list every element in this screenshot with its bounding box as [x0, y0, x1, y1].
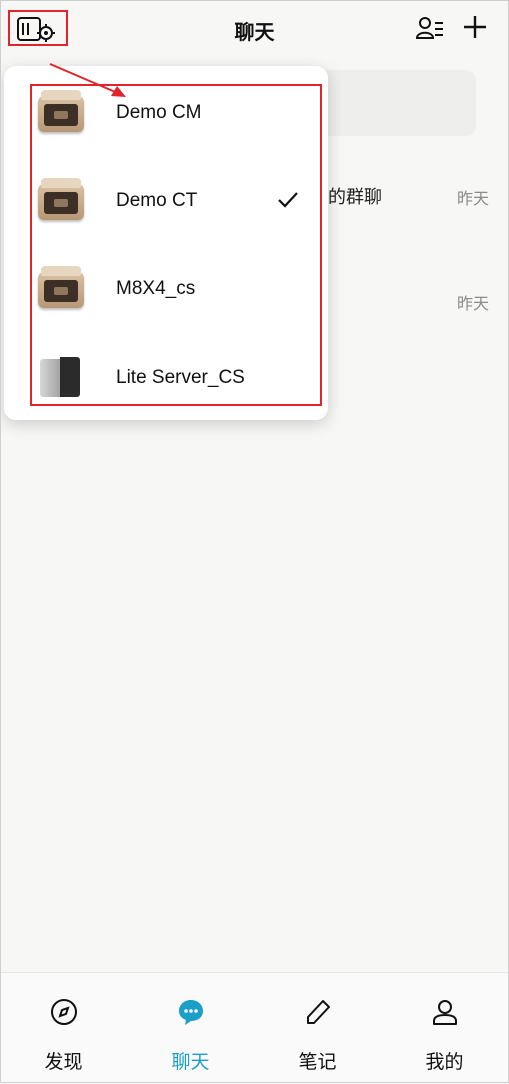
nav-tab-discover[interactable]: 发现: [0, 973, 127, 1084]
server-name: Lite Server_CS: [116, 367, 245, 388]
contacts-list-icon: [415, 17, 443, 39]
nav-label: 我的: [425, 1052, 464, 1073]
nav-label: 聊天: [171, 1052, 210, 1073]
nav-label: 笔记: [298, 1052, 337, 1073]
tower-server-icon: [38, 355, 84, 399]
chat-time: 昨天: [456, 191, 489, 208]
pen-icon: [306, 1000, 330, 1024]
chat-time: 昨天: [456, 296, 489, 313]
bottom-nav: 发现 聊天 笔记 我的: [0, 972, 509, 1084]
nav-tab-notes[interactable]: 笔记: [254, 973, 381, 1084]
server-item-demo-ct[interactable]: Demo CT: [4, 162, 328, 242]
nas-device-icon: [38, 178, 84, 222]
chat-bubble-icon: [178, 1000, 203, 1025]
server-item-lite-server-cs[interactable]: Lite Server_CS: [4, 339, 328, 419]
add-button[interactable]: [460, 12, 490, 42]
user-icon: [432, 1000, 457, 1025]
checkmark-icon: [278, 192, 298, 208]
server-name: M8X4_cs: [116, 278, 196, 299]
nav-tab-chat[interactable]: 聊天: [127, 973, 254, 1084]
server-dropdown: Demo CM Demo CT M8X4_cs Lite Server_CS: [4, 66, 328, 420]
server-item-m8x4-cs[interactable]: M8X4_cs: [4, 250, 328, 330]
plus-icon: [464, 16, 486, 38]
contacts-button[interactable]: [415, 14, 445, 42]
nav-tab-me[interactable]: 我的: [381, 973, 508, 1084]
server-name: Demo CT: [116, 190, 198, 211]
nav-label: 发现: [44, 1052, 83, 1073]
nas-device-icon: [38, 266, 84, 310]
annotation-arrow: [49, 63, 126, 97]
compass-icon: [50, 999, 77, 1025]
